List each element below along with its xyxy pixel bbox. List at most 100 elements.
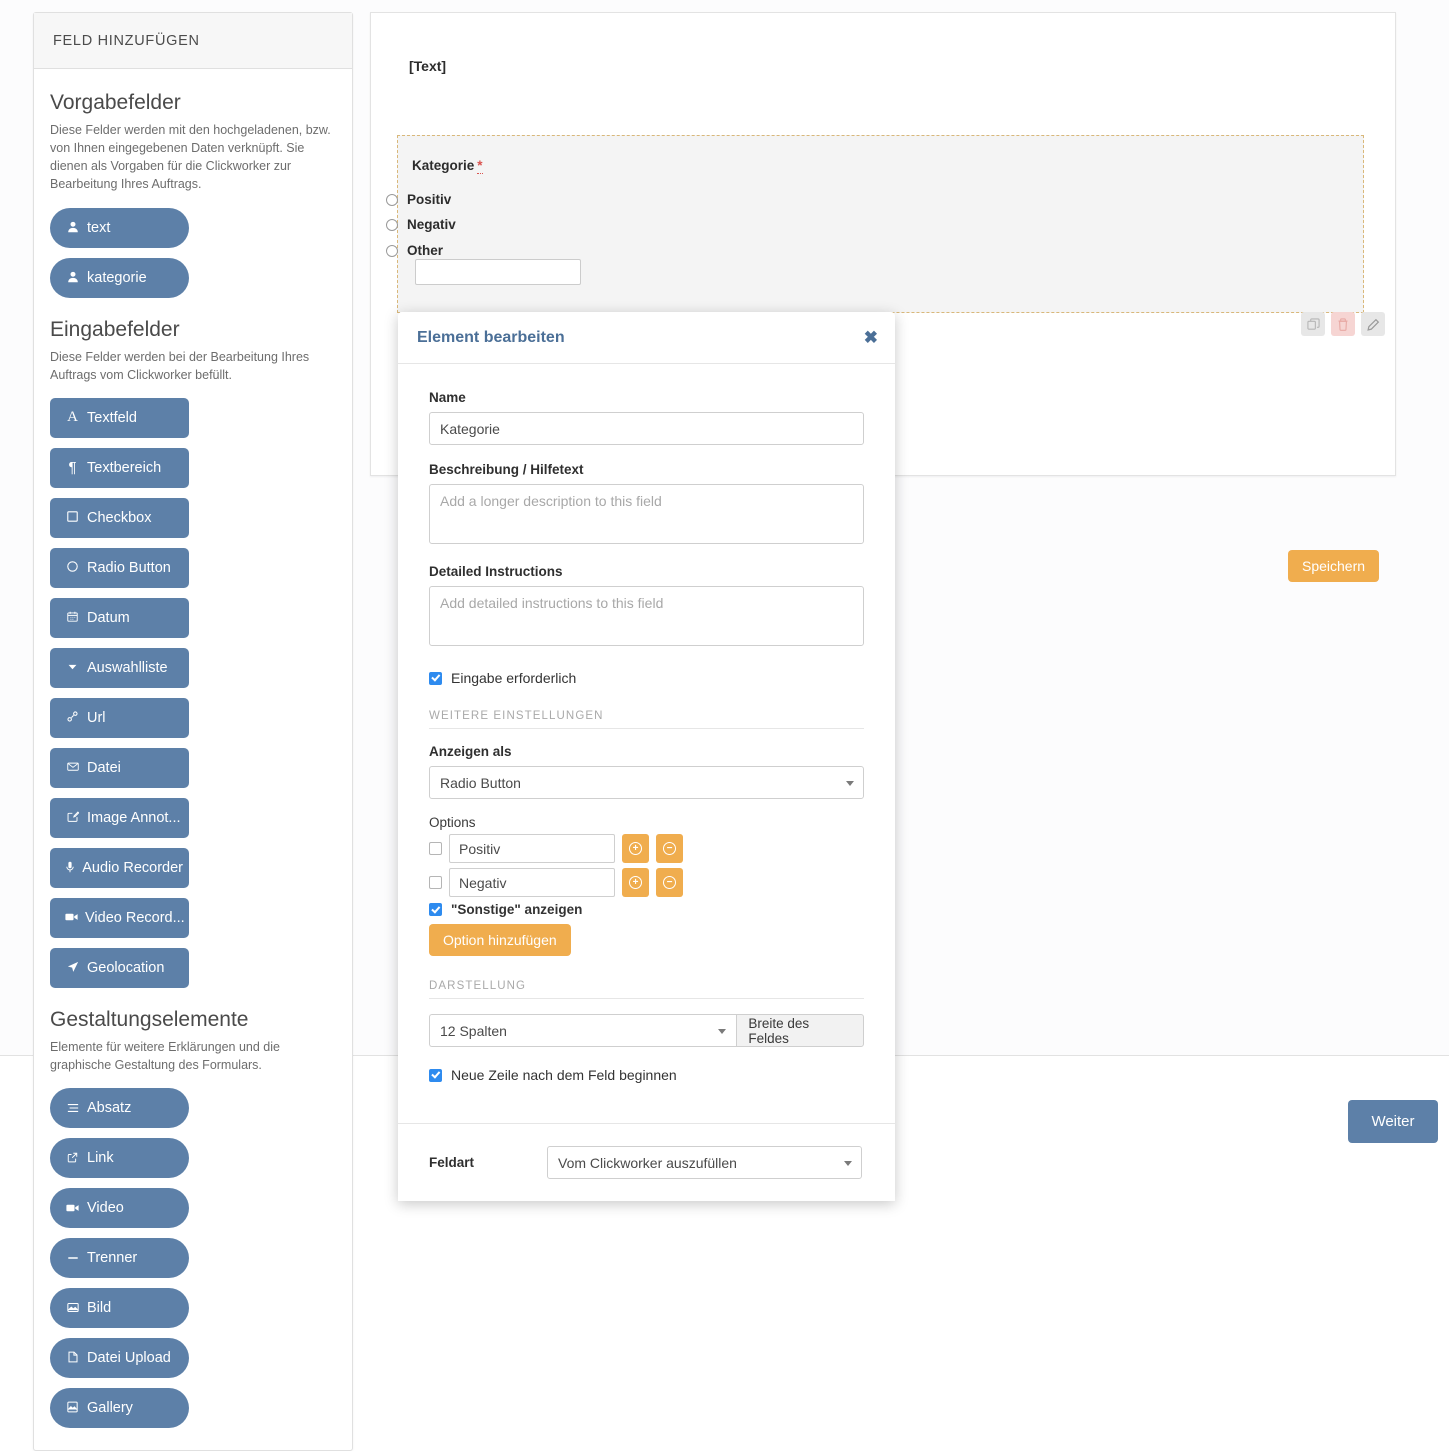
presentation-divider xyxy=(429,998,864,999)
field-button-auswahlliste[interactable]: Auswahlliste xyxy=(50,647,189,688)
section-description: Diese Felder werden bei der Bearbeitung … xyxy=(50,349,310,382)
gallery-icon xyxy=(65,1401,80,1415)
field-button-label: Datei Upload xyxy=(87,1350,171,1366)
video-camera-icon xyxy=(65,1202,80,1215)
field-button-datei-upload[interactable]: Datei Upload xyxy=(50,1338,189,1378)
next-button[interactable]: Weiter xyxy=(1348,1100,1438,1143)
options-label: Options xyxy=(429,815,476,830)
modal-footer: Feldart Vom Clickworker auszufüllen xyxy=(398,1123,895,1201)
field-button-label: Url xyxy=(87,709,106,726)
required-asterisk: * xyxy=(477,158,483,174)
checkbox-icon[interactable] xyxy=(429,671,442,685)
display-as-value: Radio Button xyxy=(440,774,521,791)
option-row-negativ: + − xyxy=(429,868,864,897)
remove-option-row-button[interactable]: − xyxy=(656,868,683,897)
preview-radio-option-other[interactable]: Other xyxy=(386,243,443,258)
element-action-toolbar xyxy=(1301,312,1385,336)
preview-field-label-text: Kategorie xyxy=(412,158,475,173)
video-camera-icon xyxy=(65,911,78,924)
option-default-checkbox[interactable] xyxy=(429,876,442,889)
file-icon xyxy=(65,1351,80,1365)
field-button-gallery[interactable]: Gallery xyxy=(50,1388,189,1428)
add-option-button[interactable]: Option hinzufügen xyxy=(429,924,571,956)
display-as-select[interactable]: Radio Button xyxy=(429,766,864,799)
preview-other-text-input[interactable] xyxy=(415,259,581,285)
microphone-icon xyxy=(65,861,75,875)
section-title: Eingabefelder xyxy=(50,317,180,341)
instructions-field-label: Detailed Instructions xyxy=(429,564,563,579)
show-other-label: "Sonstige" anzeigen xyxy=(451,902,583,917)
modal-title: Element bearbeiten xyxy=(417,328,565,346)
location-arrow-icon xyxy=(65,961,80,975)
field-button-audio-recorder[interactable]: Audio Recorder xyxy=(50,847,189,888)
preview-field-kategorie[interactable]: Kategorie * Positiv Negativ Other xyxy=(386,135,1385,336)
plus-icon: + xyxy=(629,842,642,855)
radio-icon[interactable] xyxy=(386,218,398,231)
copy-element-button[interactable] xyxy=(1301,312,1325,336)
field-button-kategorie[interactable]: kategorie xyxy=(50,257,189,298)
minus-icon: − xyxy=(663,876,676,889)
add-option-row-button[interactable]: + xyxy=(622,868,649,897)
field-button-geolocation[interactable]: Geolocation xyxy=(50,947,189,988)
edit-element-modal: Element bearbeiten ✖ Name Beschreibung /… xyxy=(398,312,895,1201)
description-textarea[interactable] xyxy=(429,484,864,544)
field-button-link[interactable]: Link xyxy=(50,1138,189,1178)
field-button-datum[interactable]: Datum xyxy=(50,597,189,638)
field-button-label: Textbereich xyxy=(87,459,162,476)
field-button-label: Trenner xyxy=(87,1250,138,1266)
checkbox-icon[interactable] xyxy=(429,1068,442,1082)
name-input[interactable] xyxy=(429,412,864,445)
field-button-bild[interactable]: Bild xyxy=(50,1288,189,1328)
field-button-label: Textfeld xyxy=(87,409,137,426)
required-checkbox-row[interactable]: Eingabe erforderlich xyxy=(429,670,864,686)
option-value-input[interactable] xyxy=(449,868,615,897)
image-annotate-icon xyxy=(65,811,80,824)
radio-icon[interactable] xyxy=(386,193,398,206)
paragraph-icon: ¶ xyxy=(68,459,77,477)
preview-field-label: Kategorie * xyxy=(412,158,483,174)
instructions-textarea[interactable] xyxy=(429,586,864,646)
field-button-datei[interactable]: Datei xyxy=(50,747,189,788)
field-button-url[interactable]: Url xyxy=(50,697,189,738)
field-button-trenner[interactable]: Trenner xyxy=(50,1238,189,1278)
option-value-input[interactable] xyxy=(449,834,615,863)
save-button[interactable]: Speichern xyxy=(1288,550,1380,582)
vorgabefelder-button-grid: text kategorie xyxy=(50,207,336,298)
caret-down-icon xyxy=(65,661,80,674)
delete-element-button[interactable] xyxy=(1331,312,1355,336)
newline-checkbox-row[interactable]: Neue Zeile nach dem Feld beginnen xyxy=(429,1067,864,1083)
field-button-video-recorder[interactable]: Video Record... xyxy=(50,897,189,938)
field-button-label: Video Record... xyxy=(85,909,185,926)
field-button-textbereich[interactable]: ¶ Textbereich xyxy=(50,447,189,488)
section-description: Diese Felder werden mit den hochgeladene… xyxy=(50,123,331,192)
field-button-text[interactable]: text xyxy=(50,207,189,248)
external-link-icon xyxy=(65,1152,80,1165)
text-field-icon: A xyxy=(67,409,78,426)
edit-element-button[interactable] xyxy=(1361,312,1385,336)
display-as-label: Anzeigen als xyxy=(429,744,512,759)
feldart-select[interactable]: Vom Clickworker auszufüllen xyxy=(547,1146,862,1179)
field-button-textfeld[interactable]: A Textfeld xyxy=(50,397,189,438)
add-option-row-button[interactable]: + xyxy=(622,834,649,863)
display-as-select-wrap: Radio Button xyxy=(429,766,864,799)
field-button-absatz[interactable]: Absatz xyxy=(50,1088,189,1128)
preview-radio-option-negativ[interactable]: Negativ xyxy=(386,217,456,232)
columns-select[interactable]: 12 Spalten xyxy=(429,1014,737,1047)
radio-option-label: Other xyxy=(407,243,444,258)
user-icon xyxy=(65,271,80,285)
field-button-video[interactable]: Video xyxy=(50,1188,189,1228)
sidebar-body: Vorgabefelder Diese Felder werden mit de… xyxy=(34,69,352,1450)
option-default-checkbox[interactable] xyxy=(429,842,442,855)
radio-icon[interactable] xyxy=(386,244,398,257)
preview-radio-option-positiv[interactable]: Positiv xyxy=(386,192,451,207)
checkbox-icon[interactable] xyxy=(429,903,442,916)
show-other-checkbox-row[interactable]: "Sonstige" anzeigen xyxy=(429,902,864,917)
remove-option-row-button[interactable]: − xyxy=(656,834,683,863)
section-vorgabefelder: Vorgabefelder Diese Felder werden mit de… xyxy=(50,91,336,298)
close-icon[interactable]: ✖ xyxy=(864,328,878,348)
chevron-down-icon xyxy=(844,1160,852,1166)
field-button-radio-button[interactable]: Radio Button xyxy=(50,547,189,588)
field-button-image-annotation[interactable]: Image Annot... xyxy=(50,797,189,838)
field-button-checkbox[interactable]: Checkbox xyxy=(50,497,189,538)
section-title: Vorgabefelder xyxy=(50,91,181,114)
